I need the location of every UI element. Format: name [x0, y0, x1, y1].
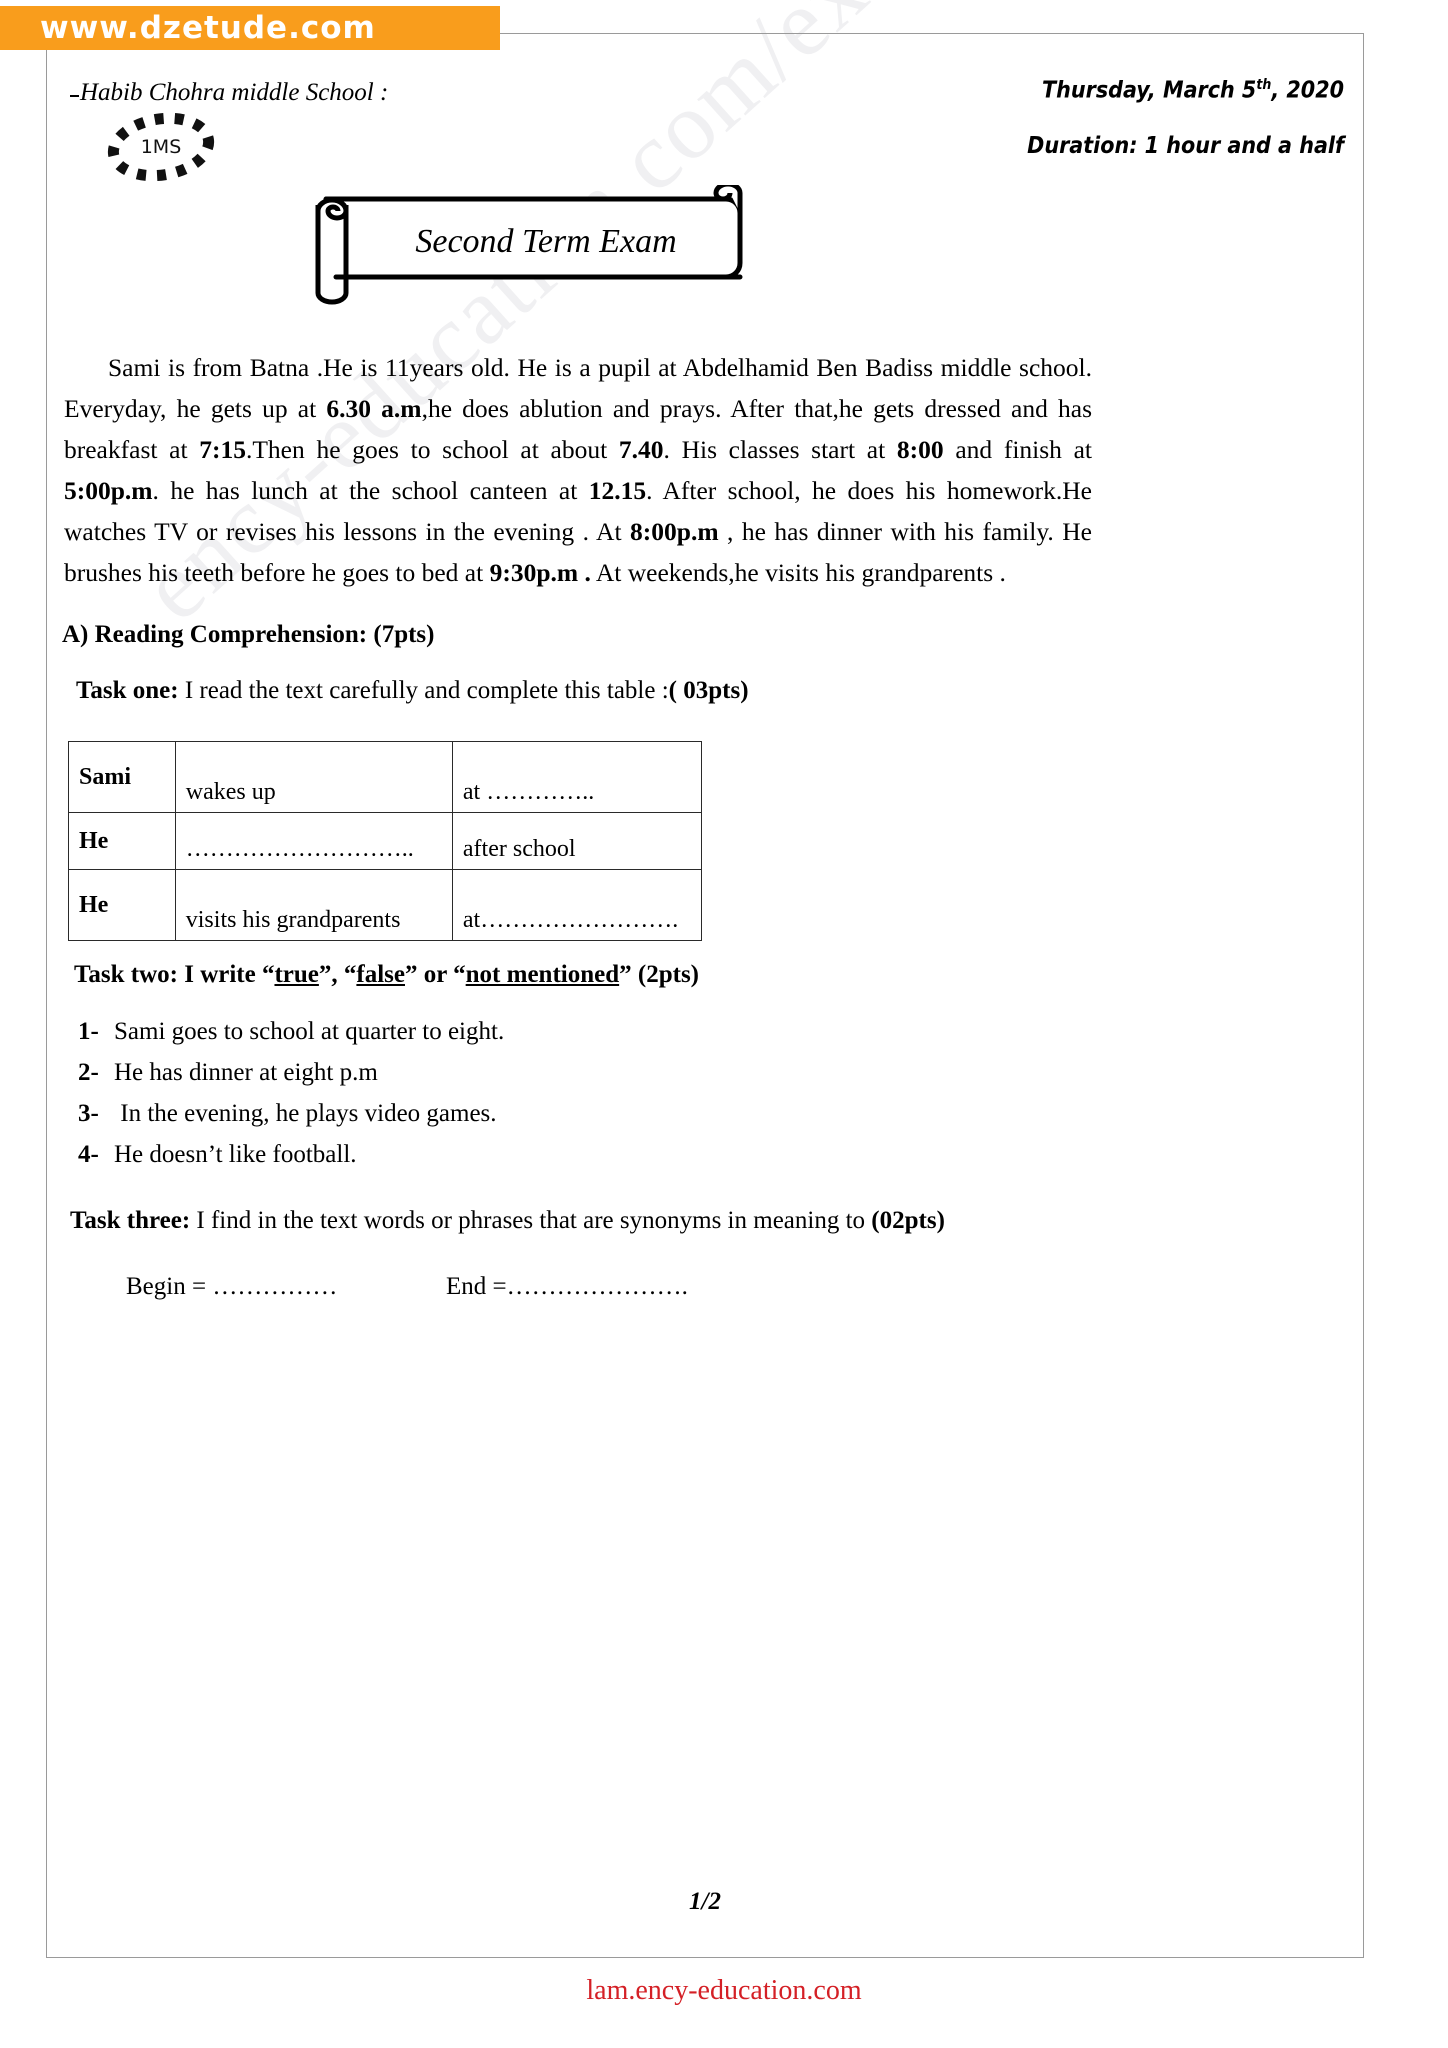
task-two-option-not-mentioned: not mentioned [465, 961, 620, 988]
task-two-label: Task two: [74, 961, 178, 988]
table-cell-when[interactable]: at ………….. [451, 741, 703, 813]
list-item-text: He doesn’t like football. [114, 1141, 357, 1168]
synonym-end-field[interactable]: End =…………………. [446, 1273, 688, 1300]
table-cell-when[interactable]: after school [451, 812, 703, 870]
table-row: He ……………………….. after school [68, 812, 703, 870]
task-one-line: Task one: I read the text carefully and … [76, 677, 749, 705]
task-two-option-false: false [356, 961, 405, 988]
list-item-number: 3- [78, 1100, 99, 1127]
task-two-pre: I write [177, 961, 262, 988]
page-number: 1/2 [689, 1888, 721, 1915]
task-three-instruction: I find in the text words or phrases that… [190, 1207, 872, 1234]
reading-passage: Sami is from Batna .He is 11years old. H… [64, 347, 1092, 593]
synonym-begin-field[interactable]: Begin = …………… [126, 1273, 446, 1301]
site-banner-label: www.dzetude.com [40, 10, 376, 46]
list-item: 3- In the evening, he plays video games. [78, 1093, 978, 1134]
passage-bold-time: 8:00 [896, 434, 944, 464]
school-stamp: 1MS [101, 111, 221, 183]
table-cell-subject: Sami [68, 741, 176, 813]
exam-date: Thursday, March 5th, 2020 [1042, 77, 1344, 104]
list-item: 2- He has dinner at eight p.m [78, 1052, 978, 1093]
list-item: 4- He doesn’t like football. [78, 1134, 978, 1175]
list-item-number: 1- [78, 1018, 99, 1045]
passage-text: and finish at [943, 434, 1093, 464]
exam-title-banner: Second Term Exam [296, 185, 766, 305]
completion-table-body: Sami wakes up at ………….. He ……………………….. a… [68, 741, 703, 941]
task-two-option-true: true [274, 961, 319, 988]
school-name-text: Habib Chohra middle School : [80, 79, 389, 106]
table-cell-subject: He [68, 869, 176, 941]
passage-bold-time: 9:30p.m . [489, 557, 591, 587]
table-cell-verb[interactable]: wakes up [174, 741, 453, 813]
passage-bold-time: 7.40 [618, 434, 664, 464]
passage-bold-time: 5:00p.m [64, 475, 153, 505]
table-cell-verb[interactable]: ……………………….. [174, 812, 453, 870]
completion-table: Sami wakes up at ………….. He ……………………….. a… [68, 741, 703, 941]
task-two-points: (2pts) [631, 961, 699, 988]
footer-url: lam.ency-education.com [586, 1975, 862, 2006]
passage-text: At weekends,he visits his grandparents . [590, 557, 1006, 587]
true-false-list: 1- Sami goes to school at quarter to eigh… [78, 1011, 978, 1175]
document-content: Habib Chohra middle School : 1MS Thursda… [46, 33, 1364, 1958]
list-item-text: In the evening, he plays video games. [114, 1100, 497, 1127]
section-a-heading: A) Reading Comprehension: (7pts) [62, 621, 435, 648]
list-item-text: He has dinner at eight p.m [114, 1059, 378, 1086]
task-two-line: Task two: I write “true”, “false” or “no… [74, 961, 699, 988]
task-one-points: ( 03pts) [668, 677, 749, 704]
exam-duration: Duration: 1 hour and a half [1027, 133, 1344, 159]
site-banner: www.dzetude.com [0, 6, 500, 50]
passage-bold-time: 7:15 [199, 434, 246, 464]
passage-body: Sami is from Batna .He is 11years old. H… [64, 353, 1092, 587]
list-item-number: 2- [78, 1059, 99, 1086]
table-cell-subject: He [68, 812, 176, 870]
table-cell-verb[interactable]: visits his grandparents [174, 869, 453, 941]
passage-text: . His classes start at [663, 434, 897, 464]
table-cell-when[interactable]: at……………………. [451, 869, 703, 941]
passage-bold-time: 6.30 a.m [326, 393, 422, 423]
exam-date-main: Thursday, March 5 [1042, 77, 1257, 104]
stamp-label: 1MS [140, 136, 182, 158]
passage-bold-time: 8:00p.m [630, 516, 728, 546]
passage-bold-time: 12.15 [588, 475, 647, 505]
task-one-instruction: I read the text carefully and complete t… [178, 677, 669, 704]
task-three-line: Task three: I find in the text words or … [70, 1207, 945, 1235]
passage-text: . he has lunch at the school canteen at [152, 475, 589, 505]
table-row: Sami wakes up at ………….. [68, 741, 703, 813]
list-item: 1- Sami goes to school at quarter to eigh… [78, 1011, 978, 1052]
task-three-points: (02pts) [871, 1207, 945, 1234]
list-item-text: Sami goes to school at quarter to eight. [114, 1018, 505, 1045]
exam-date-ordinal: th [1256, 77, 1272, 93]
exam-title: Second Term Exam [415, 223, 677, 260]
synonym-answer-row: Begin = …………… End =…………………. [126, 1273, 1006, 1301]
passage-text: .Then he goes to school at about [245, 434, 619, 464]
table-row: He visits his grandparents at……………………. [68, 869, 703, 941]
school-name: Habib Chohra middle School : [70, 79, 388, 107]
leading-dash [70, 95, 79, 97]
exam-date-year: , 2020 [1271, 77, 1344, 104]
list-item-number: 4- [78, 1141, 99, 1168]
task-three-label: Task three: [70, 1207, 191, 1234]
task-one-label: Task one: [76, 677, 179, 704]
